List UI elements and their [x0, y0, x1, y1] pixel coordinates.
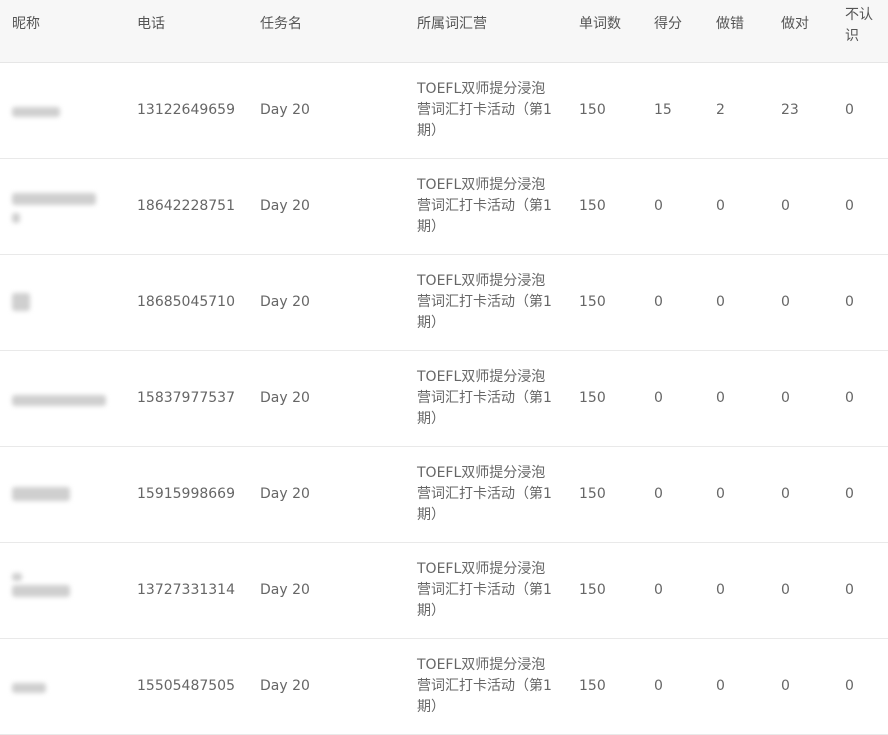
header-right: 做对 [781, 16, 809, 32]
cell-phone: 15505487505 [137, 678, 235, 694]
cell-right: 0 [781, 390, 790, 406]
cell-camp: TOEFL双师提分浸泡营词汇打卡活动（第1期） [417, 465, 552, 523]
header-word-count: 单词数 [579, 16, 621, 32]
cell-wrong: 0 [716, 678, 725, 694]
blurred-nickname [12, 107, 60, 117]
cell-camp: TOEFL双师提分浸泡营词汇打卡活动（第1期） [417, 81, 552, 139]
cell-unknown: 0 [845, 198, 854, 214]
header-task: 任务名 [260, 16, 302, 32]
cell-word-count: 150 [579, 582, 606, 598]
cell-phone: 18642228751 [137, 198, 235, 214]
blurred-nickname [12, 395, 106, 406]
blurred-nickname [12, 573, 22, 581]
cell-camp: TOEFL双师提分浸泡营词汇打卡活动（第1期） [417, 177, 552, 235]
blurred-nickname [12, 585, 70, 597]
table-header: 昵称 电话 任务名 所属词汇营 单词数 得分 做错 做对 不认识 [0, 0, 888, 63]
cell-camp: TOEFL双师提分浸泡营词汇打卡活动（第1期） [417, 657, 552, 715]
cell-unknown: 0 [845, 102, 854, 118]
cell-phone: 13727331314 [137, 582, 235, 598]
blurred-nickname [12, 193, 96, 205]
table-row: 18642228751 Day 20 TOEFL双师提分浸泡营词汇打卡活动（第1… [0, 159, 888, 255]
blurred-nickname [12, 293, 30, 311]
cell-task: Day 20 [260, 486, 310, 502]
header-unknown: 不认识 [845, 7, 873, 44]
cell-task: Day 20 [260, 678, 310, 694]
cell-word-count: 150 [579, 678, 606, 694]
cell-phone: 15837977537 [137, 390, 235, 406]
header-phone: 电话 [137, 16, 165, 32]
cell-unknown: 0 [845, 582, 854, 598]
cell-camp: TOEFL双师提分浸泡营词汇打卡活动（第1期） [417, 273, 552, 331]
cell-score: 0 [654, 582, 663, 598]
table-row: 13727331314 Day 20 TOEFL双师提分浸泡营词汇打卡活动（第1… [0, 543, 888, 639]
cell-score: 0 [654, 390, 663, 406]
cell-wrong: 0 [716, 582, 725, 598]
cell-wrong: 0 [716, 294, 725, 310]
cell-phone: 13122649659 [137, 102, 235, 118]
cell-wrong: 0 [716, 486, 725, 502]
blurred-nickname [12, 487, 70, 501]
records-table: 昵称 电话 任务名 所属词汇营 单词数 得分 做错 做对 不认识 1312264… [0, 0, 888, 735]
header-nickname: 昵称 [12, 16, 40, 32]
header-camp: 所属词汇营 [417, 16, 487, 32]
cell-score: 15 [654, 102, 672, 118]
cell-task: Day 20 [260, 390, 310, 406]
cell-unknown: 0 [845, 486, 854, 502]
cell-task: Day 20 [260, 102, 310, 118]
table-row: 15505487505 Day 20 TOEFL双师提分浸泡营词汇打卡活动（第1… [0, 639, 888, 735]
cell-right: 0 [781, 294, 790, 310]
cell-camp: TOEFL双师提分浸泡营词汇打卡活动（第1期） [417, 369, 552, 427]
cell-word-count: 150 [579, 486, 606, 502]
cell-phone: 15915998669 [137, 486, 235, 502]
table-row: 15915998669 Day 20 TOEFL双师提分浸泡营词汇打卡活动（第1… [0, 447, 888, 543]
cell-camp: TOEFL双师提分浸泡营词汇打卡活动（第1期） [417, 561, 552, 619]
cell-word-count: 150 [579, 294, 606, 310]
cell-score: 0 [654, 678, 663, 694]
cell-task: Day 20 [260, 294, 310, 310]
cell-word-count: 150 [579, 102, 606, 118]
cell-score: 0 [654, 294, 663, 310]
cell-unknown: 0 [845, 294, 854, 310]
table-row: 15837977537 Day 20 TOEFL双师提分浸泡营词汇打卡活动（第1… [0, 351, 888, 447]
cell-unknown: 0 [845, 678, 854, 694]
table-row: 18685045710 Day 20 TOEFL双师提分浸泡营词汇打卡活动（第1… [0, 255, 888, 351]
blurred-nickname [12, 683, 46, 693]
cell-right: 0 [781, 678, 790, 694]
header-wrong: 做错 [716, 16, 744, 32]
blurred-nickname [12, 213, 20, 223]
cell-right: 23 [781, 102, 799, 118]
cell-wrong: 0 [716, 390, 725, 406]
cell-phone: 18685045710 [137, 294, 235, 310]
cell-right: 0 [781, 582, 790, 598]
cell-task: Day 20 [260, 582, 310, 598]
cell-task: Day 20 [260, 198, 310, 214]
cell-word-count: 150 [579, 198, 606, 214]
cell-wrong: 2 [716, 102, 725, 118]
cell-wrong: 0 [716, 198, 725, 214]
cell-right: 0 [781, 198, 790, 214]
cell-score: 0 [654, 198, 663, 214]
header-score: 得分 [654, 16, 682, 32]
cell-unknown: 0 [845, 390, 854, 406]
cell-score: 0 [654, 486, 663, 502]
cell-word-count: 150 [579, 390, 606, 406]
table-row: 13122649659 Day 20 TOEFL双师提分浸泡营词汇打卡活动（第1… [0, 63, 888, 159]
cell-right: 0 [781, 486, 790, 502]
